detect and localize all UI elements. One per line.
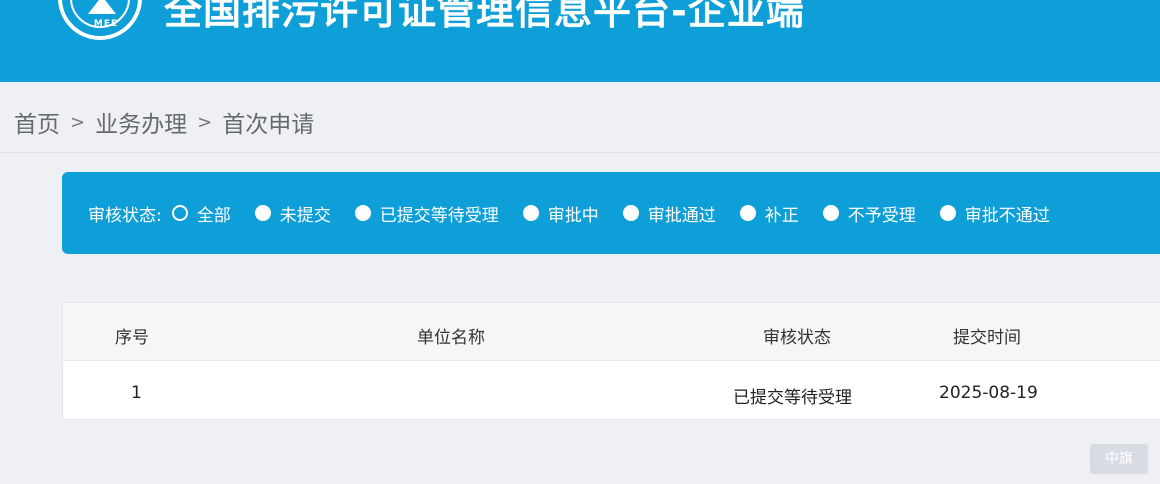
filter-option-not-accepted[interactable]: 不予受理 [822,201,916,226]
filter-label: 审核状态: [88,205,162,226]
filter-option-correction[interactable]: 补正 [739,201,799,226]
logo-emblem: MEE [70,0,130,29]
breadcrumb-separator: > [70,111,86,133]
table-header: 序号 单位名称 审核状态 提交时间 [63,303,1160,361]
row-submit-time: 2025-08-19 [939,383,1038,403]
divider [0,152,1160,153]
filter-option-label: 审批不通过 [964,205,1050,226]
radio-selected-icon[interactable] [171,205,188,221]
filter-option-all[interactable]: 全部 [171,201,231,226]
column-header-index: 序号 [115,328,149,348]
radio-icon[interactable] [939,205,956,221]
filter-option-label: 审批中 [547,205,599,226]
page-title: 全国排污许可证管理信息平台-企业端 [164,0,805,33]
logo: MEE [58,0,142,40]
watermark: 中旗 [1090,444,1148,474]
breadcrumb-current: 首次申请 [222,112,315,138]
breadcrumb-separator: > [197,111,213,133]
filter-option-label: 全部 [196,205,231,226]
filter-option-label: 未提交 [279,205,331,226]
column-header-unit-name: 单位名称 [417,328,485,348]
radio-icon[interactable] [254,205,271,221]
radio-icon[interactable] [622,205,639,221]
filter-option-label: 审批通过 [647,205,716,226]
column-header-status: 审核状态 [763,328,831,348]
mountain-icon [88,0,116,14]
row-index: 1 [131,383,142,403]
filter-option-label: 已提交等待受理 [379,205,499,226]
filter-option-not-submitted[interactable]: 未提交 [254,201,331,226]
header: MEE 全国排污许可证管理信息平台-企业端 [0,0,1160,82]
status-filter-bar: 审核状态: 全部 未提交 已提交等待受理 审批中 审批通过 补正 不予受理 审批… [62,172,1160,254]
breadcrumb-home[interactable]: 首页 [14,105,60,139]
radio-icon[interactable] [739,205,756,221]
column-header-submit-time: 提交时间 [953,328,1021,348]
row-status: 已提交等待受理 [733,388,852,408]
logo-text: MEE [93,19,119,29]
breadcrumb: 首页 > 业务办理 > 首次申请 [14,105,315,139]
filter-option-in-review[interactable]: 审批中 [522,201,599,226]
filter-option-awaiting-acceptance[interactable]: 已提交等待受理 [354,201,499,226]
radio-icon[interactable] [354,205,371,221]
filter-option-approved[interactable]: 审批通过 [622,201,716,226]
breadcrumb-business[interactable]: 业务办理 [95,105,187,139]
filter-option-label: 补正 [764,205,799,226]
radio-icon[interactable] [522,205,539,221]
applications-table: 序号 单位名称 审核状态 提交时间 1 已提交等待受理 2025-08-19 [62,302,1160,420]
filter-option-rejected[interactable]: 审批不通过 [939,201,1050,226]
filter-option-label: 不予受理 [847,205,916,226]
radio-icon[interactable] [822,205,839,221]
